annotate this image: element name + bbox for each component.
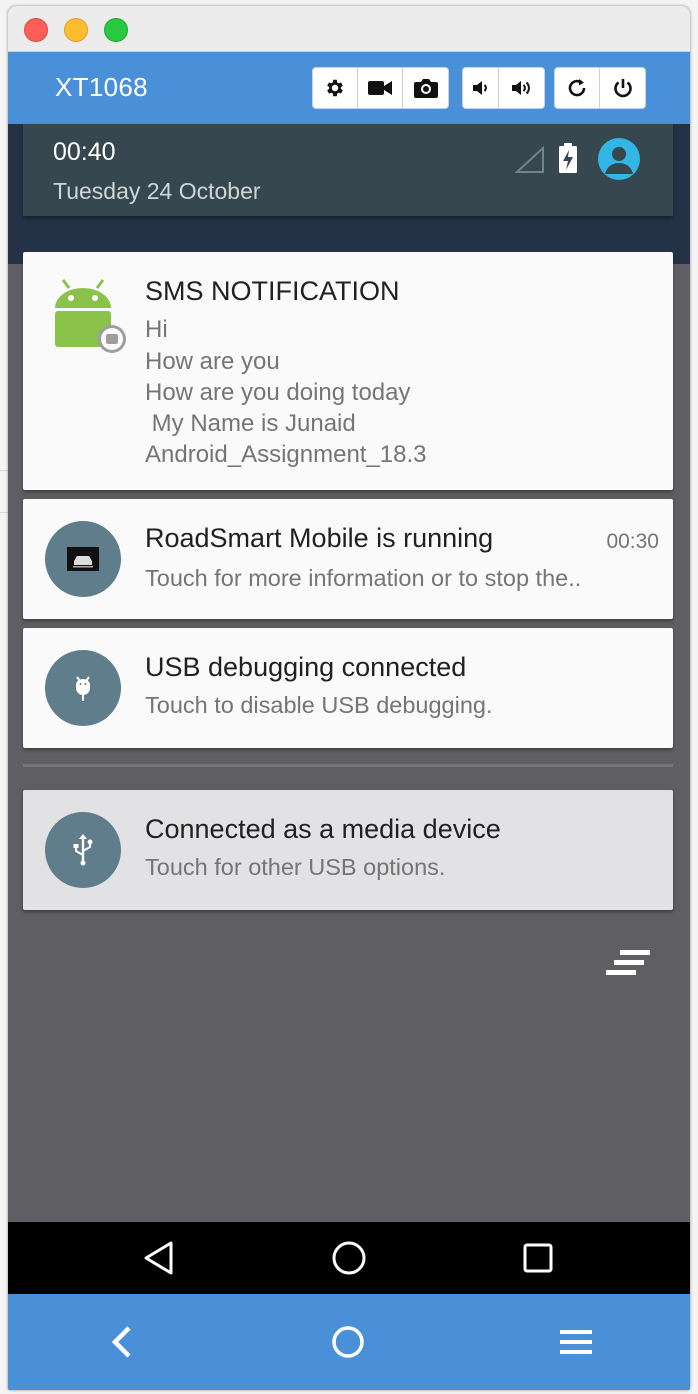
android-app-icon xyxy=(49,276,129,356)
media-device-app-icon xyxy=(45,812,121,888)
power-button[interactable] xyxy=(600,68,645,108)
sms-title: SMS NOTIFICATION xyxy=(145,276,400,306)
home-circle-icon xyxy=(332,1241,366,1275)
sms-line: How are you xyxy=(145,348,280,375)
home-icon xyxy=(332,1326,364,1358)
device-toolbar: XT1068 xyxy=(8,52,690,124)
android-recents-button[interactable] xyxy=(516,1236,560,1280)
emulator-home-button[interactable] xyxy=(324,1318,372,1366)
sms-line: How are you doing today xyxy=(145,379,411,406)
roadsmart-app-icon xyxy=(45,521,121,597)
roadsmart-time: 00:30 xyxy=(606,530,659,553)
usb-icon xyxy=(73,834,93,866)
android-navigation-bar xyxy=(8,1222,690,1294)
gear-icon xyxy=(327,79,343,97)
clear-all-button[interactable] xyxy=(602,946,654,986)
usb-debugging-notification-card[interactable]: USB debugging connected Touch to disable… xyxy=(23,628,673,748)
android-back-button[interactable] xyxy=(137,1236,181,1280)
roadsmart-notification-card[interactable]: RoadSmart Mobile is running 00:30 Touch … xyxy=(23,499,673,619)
desktop-divider xyxy=(0,470,8,471)
minimize-window-button[interactable] xyxy=(64,18,88,42)
emulator-bottom-bar xyxy=(8,1294,690,1390)
roadsmart-title: RoadSmart Mobile is running xyxy=(145,523,494,553)
volume-down-icon xyxy=(472,81,487,95)
media-device-title: Connected as a media device xyxy=(145,814,501,844)
clock-date: Tuesday 24 October xyxy=(53,178,261,204)
usb-debugging-subtitle: Touch to disable USB debugging. xyxy=(145,692,493,718)
video-camera-icon xyxy=(368,81,392,95)
volume-button-group xyxy=(462,67,545,109)
volume-up-button[interactable] xyxy=(499,68,544,108)
menu-icon xyxy=(560,1330,592,1354)
device-screen: 00:40 Tuesday 24 October SMS NOTIFICATIO… xyxy=(8,124,690,1222)
window-titlebar xyxy=(8,6,690,52)
capture-button-group xyxy=(312,67,449,109)
record-video-button[interactable] xyxy=(358,68,403,108)
user-avatar[interactable] xyxy=(598,138,640,180)
rotate-icon xyxy=(568,79,586,97)
camera-icon xyxy=(413,79,438,98)
back-chevron-icon xyxy=(111,1326,131,1358)
sms-line: My Name is Junaid xyxy=(145,410,356,437)
power-button-group xyxy=(554,67,646,109)
volume-up-icon xyxy=(511,81,530,95)
car-icon xyxy=(67,547,99,571)
close-window-button[interactable] xyxy=(24,18,48,42)
person-icon xyxy=(605,147,633,174)
clock-time: 00:40 xyxy=(53,138,116,166)
rotate-button[interactable] xyxy=(555,68,600,108)
volume-down-button[interactable] xyxy=(463,68,499,108)
sms-line: Hi xyxy=(145,316,168,343)
battery-charging-icon xyxy=(559,143,577,173)
device-name: XT1068 xyxy=(55,72,148,102)
emulator-window: XT1068 00:40 Tuesday 24 October SMS NOTI… xyxy=(8,6,690,1390)
emulator-menu-button[interactable] xyxy=(552,1318,600,1366)
back-triangle-icon xyxy=(144,1241,173,1275)
power-icon xyxy=(613,79,632,98)
settings-button[interactable] xyxy=(313,68,358,108)
notification-divider xyxy=(23,764,673,767)
usb-debugging-app-icon xyxy=(45,650,121,726)
screenshot-button[interactable] xyxy=(403,68,448,108)
quick-settings-header[interactable]: 00:40 Tuesday 24 October xyxy=(23,124,673,216)
android-bug-icon xyxy=(76,676,90,701)
desktop-divider xyxy=(0,512,8,513)
signal-icon xyxy=(515,146,544,173)
media-device-subtitle: Touch for other USB options. xyxy=(145,854,446,880)
recents-square-icon xyxy=(523,1243,553,1273)
android-home-button[interactable] xyxy=(327,1236,371,1280)
usb-debugging-title: USB debugging connected xyxy=(145,652,467,682)
media-device-notification-card[interactable]: Connected as a media device Touch for ot… xyxy=(23,790,673,910)
clear-all-icon xyxy=(606,950,650,975)
zoom-window-button[interactable] xyxy=(104,18,128,42)
sms-notification-card[interactable]: SMS NOTIFICATION Hi How are you How are … xyxy=(23,252,673,490)
emulator-back-button[interactable] xyxy=(98,1318,146,1366)
sms-line: Android_Assignment_18.3 xyxy=(145,441,427,468)
roadsmart-subtitle: Touch for more information or to stop th… xyxy=(145,565,582,591)
